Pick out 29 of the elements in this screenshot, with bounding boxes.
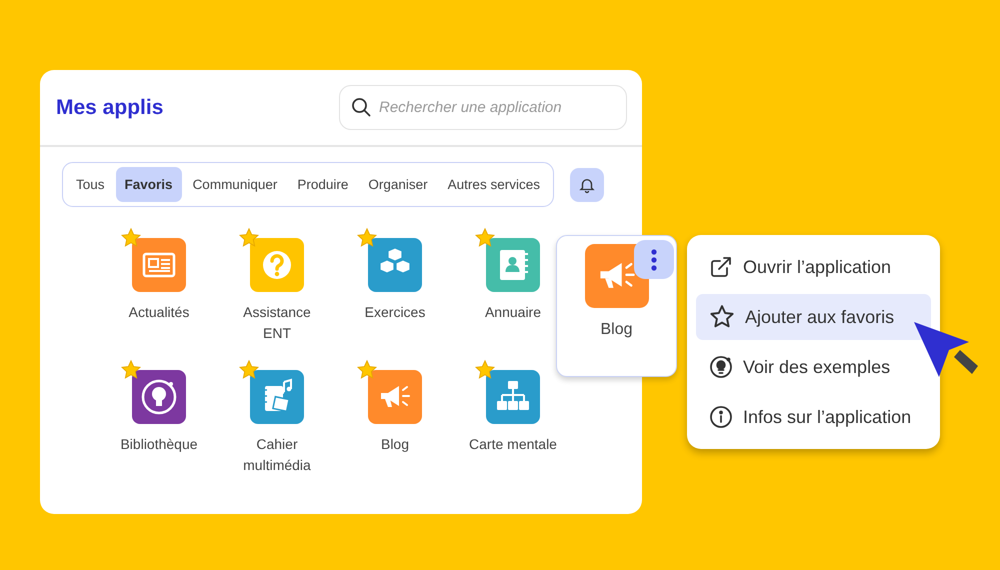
app-name[interactable]: Assistance ENT xyxy=(234,302,320,344)
search-field[interactable]: Rechercher une application xyxy=(339,85,627,130)
info-icon xyxy=(709,405,733,429)
app-name[interactable]: Exercices xyxy=(364,302,426,323)
app-name[interactable]: Blog xyxy=(380,434,410,455)
menu-item[interactable]: Ouvrir l’application xyxy=(696,244,931,290)
app-name[interactable]: Bibliothèque xyxy=(120,434,198,455)
app-name[interactable]: Carte mentale xyxy=(469,434,557,455)
filter-tab[interactable]: Autres services xyxy=(438,167,549,202)
search-icon xyxy=(351,97,371,117)
app-name: Blog xyxy=(599,321,634,339)
external-link-icon xyxy=(709,255,733,279)
menu-item[interactable]: Infos sur l’application xyxy=(696,394,931,440)
app-name[interactable]: Cahier multimédia xyxy=(234,434,320,476)
lightbulb-icon xyxy=(709,355,733,379)
filter-tab[interactable]: Produire xyxy=(288,167,358,202)
more-options-button[interactable] xyxy=(634,240,674,279)
notification-button[interactable] xyxy=(570,168,604,202)
kebab-icon xyxy=(651,248,657,270)
app-name[interactable]: Actualités xyxy=(128,302,190,323)
star-icon xyxy=(709,304,735,330)
filter-tab[interactable]: Tous xyxy=(67,167,114,202)
app-name[interactable]: Annuaire xyxy=(484,302,542,323)
menu-item[interactable]: Voir des exemples xyxy=(696,344,931,390)
filter-tab[interactable]: Organiser xyxy=(359,167,437,202)
menu-item[interactable]: Ajouter aux favoris xyxy=(696,294,931,340)
app-title: Mes applis xyxy=(56,96,164,120)
filter-tab[interactable]: Favoris xyxy=(116,167,182,202)
filter-tab[interactable]: Communiquer xyxy=(184,167,286,202)
